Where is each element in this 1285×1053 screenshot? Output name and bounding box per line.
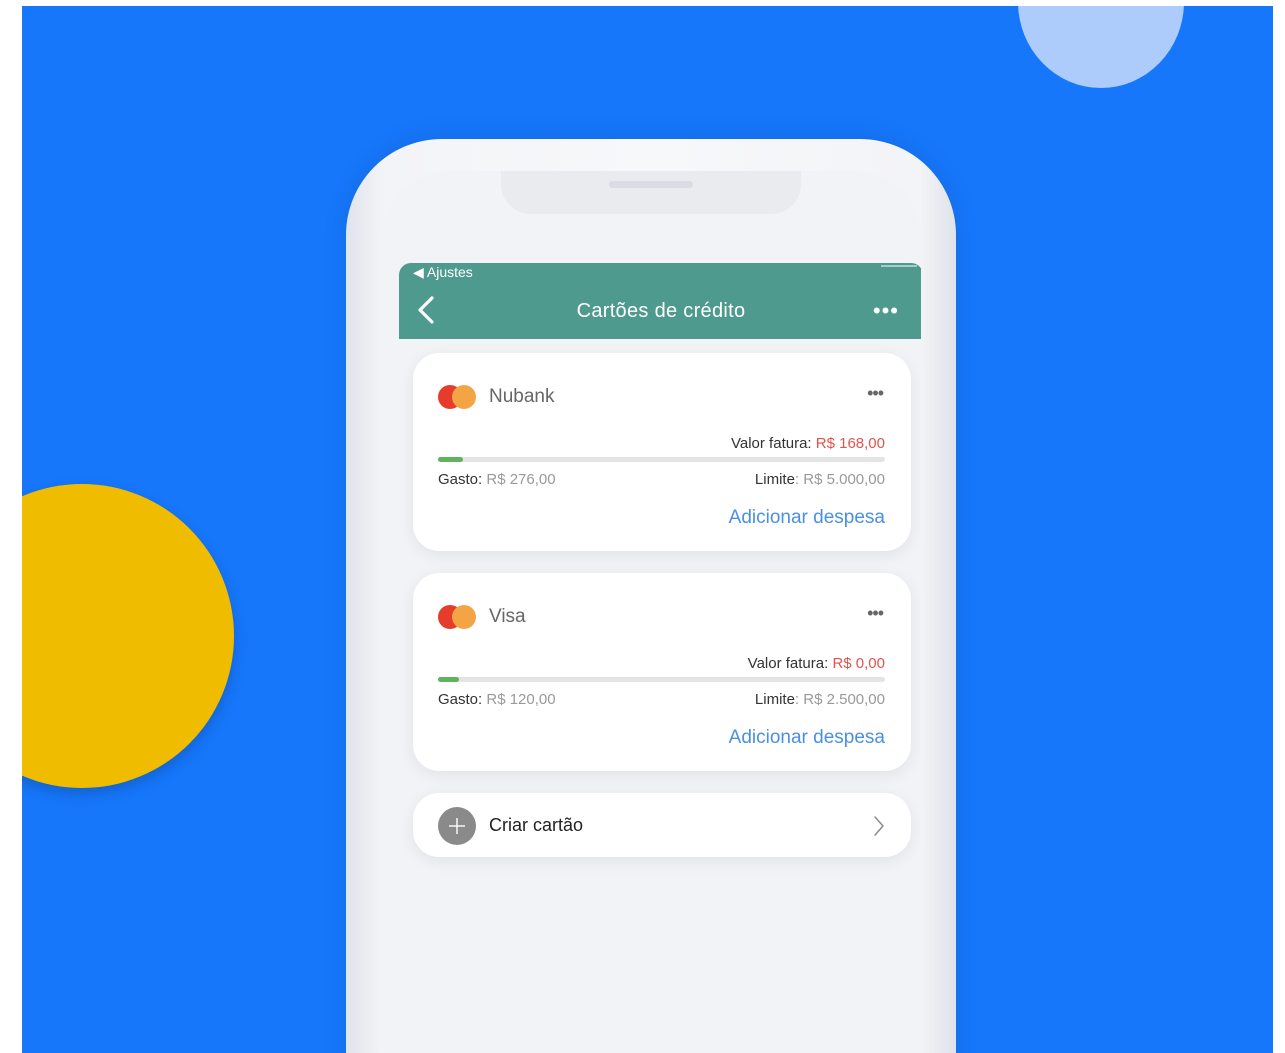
invoice-amount: R$ 168,00 <box>815 435 885 452</box>
decorative-circle-light <box>1018 6 1184 88</box>
invoice-value: Valor fatura: R$ 168,00 <box>731 435 885 452</box>
limit-label: Limite <box>754 471 795 488</box>
phone-screen: ◀ Ajustes Cartões de crédito ••• Nubank … <box>383 171 921 1053</box>
battery-icon <box>881 265 917 273</box>
limit-amount: : R$ 2.500,00 <box>794 691 885 708</box>
card-more-button[interactable]: ••• <box>867 383 884 404</box>
chevron-right-icon <box>874 816 884 836</box>
card-more-button[interactable]: ••• <box>867 603 884 624</box>
limit-amount: : R$ 5.000,00 <box>794 471 885 488</box>
invoice-value: Valor fatura: R$ 0,00 <box>748 655 885 672</box>
status-back-link[interactable]: ◀ Ajustes <box>413 264 473 281</box>
usage-progress-bar <box>438 457 885 462</box>
mastercard-icon <box>438 385 478 409</box>
usage-progress-fill <box>438 457 463 462</box>
speaker-icon <box>609 181 693 188</box>
header-more-button[interactable]: ••• <box>873 299 899 323</box>
spent-label: Gasto: <box>438 691 483 708</box>
add-expense-button[interactable]: Adicionar despesa <box>729 727 885 749</box>
plus-icon <box>438 807 476 845</box>
spent-value: Gasto: R$ 120,00 <box>438 691 556 708</box>
invoice-label: Valor fatura: <box>730 435 812 452</box>
create-card-label: Criar cartão <box>489 815 584 835</box>
phone-notch <box>501 171 801 214</box>
invoice-amount: R$ 0,00 <box>832 655 885 672</box>
limit-value: Limite: R$ 5.000,00 <box>755 471 885 488</box>
card-nubank: Nubank ••• Valor fatura: R$ 168,00 Gasto… <box>413 353 911 551</box>
card-name: Visa <box>489 606 526 627</box>
create-card-button[interactable]: Criar cartão <box>413 793 911 857</box>
mastercard-icon <box>438 605 478 629</box>
decorative-circle-yellow <box>22 484 234 788</box>
card-name: Nubank <box>489 386 555 407</box>
usage-progress-fill <box>438 677 460 682</box>
spent-label: Gasto: <box>438 471 483 488</box>
usage-progress-bar <box>438 677 885 682</box>
spent-amount: R$ 120,00 <box>486 691 556 708</box>
card-header: Visa <box>438 605 526 629</box>
invoice-label: Valor fatura: <box>747 655 829 672</box>
page-title: Cartões de crédito <box>576 300 746 322</box>
limit-value: Limite: R$ 2.500,00 <box>755 691 885 708</box>
spent-value: Gasto: R$ 276,00 <box>438 471 556 488</box>
spent-amount: R$ 276,00 <box>486 471 556 488</box>
plus-glyph <box>449 818 465 834</box>
app-header: ◀ Ajustes Cartões de crédito ••• <box>399 263 921 339</box>
limit-label: Limite <box>754 691 795 708</box>
card-header: Nubank <box>438 385 555 409</box>
add-expense-button[interactable]: Adicionar despesa <box>729 507 885 529</box>
card-visa: Visa ••• Valor fatura: R$ 0,00 Gasto: R$… <box>413 573 911 771</box>
promo-background: ◀ Ajustes Cartões de crédito ••• Nubank … <box>22 6 1273 1053</box>
phone-frame: ◀ Ajustes Cartões de crédito ••• Nubank … <box>346 139 956 1053</box>
